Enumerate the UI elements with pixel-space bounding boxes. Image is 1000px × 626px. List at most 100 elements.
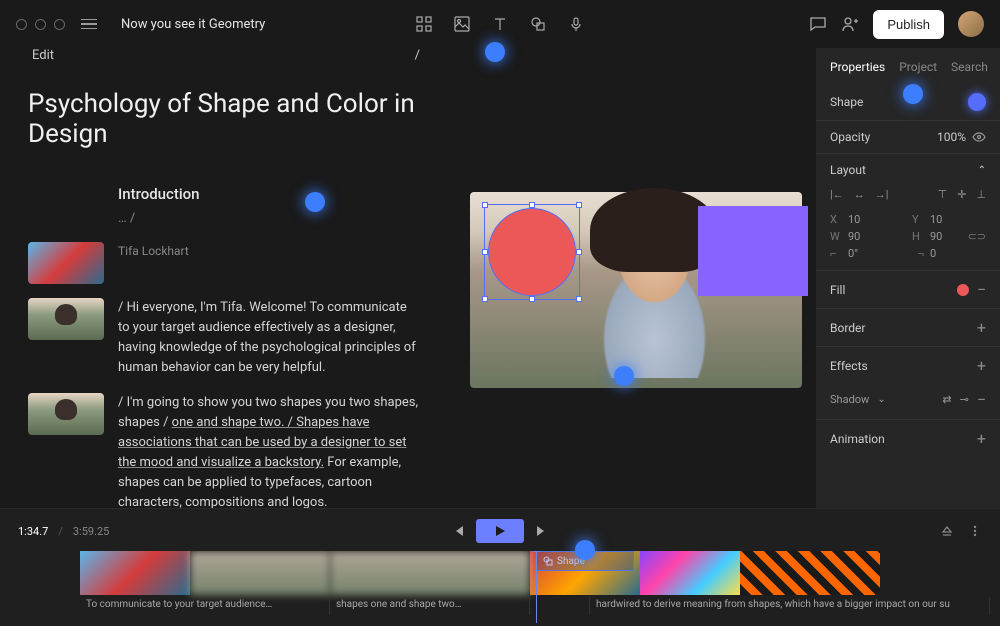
coord-grid: X10 Y10 W90 H90⊂⊃ ⌐0° ⌐0	[816, 209, 1000, 270]
resize-handle[interactable]	[576, 202, 582, 208]
next-icon[interactable]	[534, 524, 548, 538]
add-effect-icon[interactable]: +	[977, 356, 986, 375]
shape-clip[interactable]: Shape	[536, 551, 634, 571]
window-minimize[interactable]	[35, 19, 46, 30]
properties-panel: Properties Project Search Shape Opacity …	[816, 48, 1000, 508]
rotation-value[interactable]: 0°	[848, 247, 858, 260]
project-title: Now you see it Geometry	[121, 17, 265, 32]
script-text[interactable]: / I'm going to show you two shapes you t…	[118, 393, 420, 508]
align-right-icon[interactable]: →|	[875, 188, 889, 201]
w-value[interactable]: 90	[848, 230, 860, 243]
resize-handle[interactable]	[482, 202, 488, 208]
layout-label: Layout	[830, 163, 866, 177]
red-circle-shape[interactable]	[488, 208, 576, 296]
play-controls	[452, 519, 548, 543]
timeline-track[interactable]: Shape To communicate to your target audi…	[0, 551, 1000, 623]
image-icon[interactable]	[453, 15, 471, 33]
h-value[interactable]: 90	[930, 230, 942, 243]
timeline-clip[interactable]	[80, 551, 190, 595]
shape-row: Shape	[816, 84, 1000, 120]
shadow-label: Shadow	[830, 393, 869, 406]
clip-thumb[interactable]	[28, 393, 104, 435]
opacity-label: Opacity	[830, 130, 870, 144]
avatar[interactable]	[958, 11, 984, 37]
script-block: / Hi everyone, I'm Tifa. Welcome! To com…	[28, 298, 420, 379]
window-close[interactable]	[16, 19, 27, 30]
playback-row: 1:34.7 / 3:59.25	[0, 517, 1000, 545]
mic-icon[interactable]	[567, 15, 585, 33]
alignment-bar: |← ↔ →| ⊤ ✛ ⊥	[816, 186, 1000, 209]
add-user-icon[interactable]	[841, 15, 859, 33]
opacity-value[interactable]: 100%	[937, 130, 966, 144]
layout-row[interactable]: Layout ⌃	[816, 153, 1000, 186]
play-button[interactable]	[476, 519, 524, 543]
align-center-icon[interactable]: ↔	[854, 188, 865, 201]
shadow-setting-icon[interactable]: ⇄	[942, 393, 951, 406]
animation-row: Animation +	[816, 419, 1000, 457]
remove-shadow-icon[interactable]: −	[977, 390, 986, 409]
topbar-right: Publish	[809, 10, 984, 39]
tab-project[interactable]: Project	[899, 60, 937, 74]
prev-icon[interactable]	[452, 524, 466, 538]
align-top-icon[interactable]: ⊤	[938, 188, 948, 201]
caption-segment[interactable]: shapes one and shape two…	[330, 597, 530, 615]
fill-swatch[interactable]	[957, 284, 969, 296]
grid-icon[interactable]	[415, 15, 433, 33]
opacity-row: Opacity 100%	[816, 120, 1000, 153]
shape-label: Shape	[830, 95, 863, 109]
publish-button[interactable]: Publish	[873, 10, 944, 39]
main: Edit / Psychology of Shape and Color in …	[0, 48, 1000, 508]
traffic-lights	[16, 19, 65, 30]
section-dots: … /	[118, 211, 420, 226]
x-value[interactable]: 10	[848, 213, 860, 226]
align-bottom-icon[interactable]: ⊥	[976, 188, 986, 201]
corner-value[interactable]: 0	[930, 247, 936, 260]
edit-label[interactable]: Edit	[32, 48, 54, 63]
clip-thumb[interactable]	[28, 298, 104, 340]
purple-rectangle-shape[interactable]	[698, 206, 808, 296]
caption-segment[interactable]: hardwired to derive meaning from shapes,…	[590, 597, 990, 615]
script-text[interactable]: / Hi everyone, I'm Tifa. Welcome! To com…	[118, 298, 420, 379]
script-text[interactable]: Tifa Lockhart	[118, 242, 189, 284]
comment-icon[interactable]	[809, 15, 827, 33]
remove-fill-icon[interactable]: −	[977, 280, 986, 299]
resize-handle[interactable]	[529, 296, 535, 302]
timeline-clip[interactable]	[640, 551, 740, 595]
window-maximize[interactable]	[54, 19, 65, 30]
timeline-clip[interactable]	[330, 551, 530, 595]
tab-search[interactable]: Search	[951, 60, 988, 74]
add-border-icon[interactable]: +	[977, 318, 986, 337]
text-icon[interactable]	[491, 15, 509, 33]
script-panel: Edit / Psychology of Shape and Color in …	[0, 48, 440, 508]
canvas-area[interactable]	[440, 48, 816, 508]
timeline: 1:34.7 / 3:59.25 Shape To communicate t	[0, 508, 1000, 626]
canvas-frame[interactable]	[470, 192, 802, 388]
align-middle-icon[interactable]: ✛	[957, 188, 966, 201]
visibility-icon[interactable]	[972, 130, 986, 144]
tab-properties[interactable]: Properties	[830, 60, 885, 74]
more-icon[interactable]	[968, 524, 982, 538]
timeline-clip[interactable]	[190, 551, 330, 595]
resize-handle[interactable]	[482, 296, 488, 302]
y-value[interactable]: 10	[930, 213, 942, 226]
animation-label: Animation	[830, 432, 885, 446]
link-wh-icon[interactable]: ⊂⊃	[968, 230, 986, 243]
clip-thumb[interactable]	[28, 242, 104, 284]
shadow-row: Shadow ⌄ ⇄ ⊸ −	[816, 384, 1000, 419]
topbar: Now you see it Geometry Publish	[0, 0, 1000, 48]
effects-label: Effects	[830, 359, 868, 373]
caption-strip: To communicate to your target audience… …	[80, 597, 1000, 615]
chevron-down-icon[interactable]: ⌄	[877, 394, 885, 405]
caption-segment[interactable]	[530, 597, 590, 615]
shadow-toggle-icon[interactable]: ⊸	[960, 393, 969, 406]
align-left-icon[interactable]: |←	[830, 188, 844, 201]
shapes-icon[interactable]	[529, 15, 547, 33]
shape-swatch[interactable]	[968, 93, 986, 111]
menu-icon[interactable]	[81, 19, 97, 30]
timeline-clip[interactable]	[740, 551, 880, 595]
time-current: 1:34.7	[18, 525, 48, 538]
eject-icon[interactable]	[940, 524, 954, 538]
caption-segment[interactable]: To communicate to your target audience…	[80, 597, 330, 615]
add-animation-icon[interactable]: +	[977, 429, 986, 448]
panel-tabs: Properties Project Search	[816, 48, 1000, 84]
